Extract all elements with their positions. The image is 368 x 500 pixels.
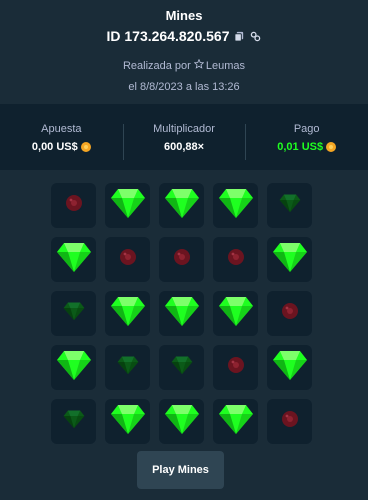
link-icon[interactable]: [250, 30, 262, 42]
tile-mine[interactable]: [267, 399, 312, 444]
bet-id: ID 173.264.820.567: [106, 28, 230, 44]
gem-icon: [279, 193, 301, 218]
bet-value-row: 0,00 US$: [0, 141, 123, 153]
mine-icon: [64, 193, 84, 218]
gem-icon: [63, 301, 85, 326]
bet-value: 0,00 US$: [31, 140, 78, 153]
gem-icon: [56, 349, 92, 386]
gem-icon: [218, 187, 254, 224]
tile-gem[interactable]: [159, 399, 204, 444]
stats-bar: Apuesta 0,00 US$ Multiplicador 600,88× P…: [0, 104, 368, 170]
tile-gem[interactable]: [159, 183, 204, 228]
gem-icon: [164, 187, 200, 224]
tile-gem-unrevealed[interactable]: [51, 291, 96, 336]
mines-grid: [51, 183, 321, 444]
tile-mine[interactable]: [213, 345, 258, 390]
mine-icon: [118, 247, 138, 272]
gem-icon: [272, 349, 308, 386]
tile-gem[interactable]: [105, 291, 150, 336]
gem-icon: [218, 403, 254, 440]
gem-icon: [110, 187, 146, 224]
tile-gem[interactable]: [213, 291, 258, 336]
stat-bet: Apuesta 0,00 US$: [0, 122, 123, 153]
tile-gem[interactable]: [267, 237, 312, 282]
stat-multiplier: Multiplicador 600,88×: [122, 122, 246, 160]
gem-icon: [164, 295, 200, 332]
tile-mine[interactable]: [105, 237, 150, 282]
payout-value-row: 0,01 US$: [245, 141, 368, 153]
coin-icon: [80, 141, 91, 152]
gem-icon: [218, 295, 254, 332]
mine-icon: [280, 301, 300, 326]
tile-mine[interactable]: [51, 183, 96, 228]
payout-value: 0,01 US$: [277, 140, 324, 153]
header: Mines ID 173.264.820.567 Realizada por L…: [0, 0, 368, 93]
tile-gem[interactable]: [51, 237, 96, 282]
star-icon: [193, 58, 205, 74]
tile-gem[interactable]: [213, 399, 258, 444]
tile-gem[interactable]: [159, 291, 204, 336]
gem-icon: [117, 355, 139, 380]
bet-label: Apuesta: [41, 122, 82, 135]
tile-gem[interactable]: [213, 183, 258, 228]
stat-payout: Pago 0,01 US$: [245, 122, 368, 160]
placed-by-prefix: Realizada por: [122, 60, 191, 72]
multiplier-value-row: 600,88×: [123, 141, 246, 153]
gem-icon: [272, 241, 308, 278]
user-link[interactable]: Leumas: [193, 58, 245, 74]
gem-icon: [110, 403, 146, 440]
gem-icon: [63, 409, 85, 434]
tile-gem-unrevealed[interactable]: [159, 345, 204, 390]
gem-icon: [56, 241, 92, 278]
tile-gem-unrevealed[interactable]: [267, 183, 312, 228]
gem-icon: [171, 355, 193, 380]
multiplier-value: 600,88×: [163, 140, 205, 153]
mine-icon: [280, 409, 300, 434]
tile-gem[interactable]: [51, 345, 96, 390]
username[interactable]: Leumas: [206, 58, 245, 74]
placed-by: Realizada por Leumas: [0, 58, 368, 74]
coin-icon: [326, 141, 337, 152]
payout-label: Pago: [293, 122, 320, 135]
play-mines-button[interactable]: Play Mines: [137, 451, 224, 489]
bet-date: el 8/8/2023 a las 13:26: [128, 81, 240, 93]
tile-gem-unrevealed[interactable]: [105, 345, 150, 390]
tile-mine[interactable]: [213, 237, 258, 282]
mine-icon: [226, 355, 246, 380]
tile-gem[interactable]: [267, 345, 312, 390]
mine-icon: [226, 247, 246, 272]
tile-gem-unrevealed[interactable]: [51, 399, 96, 444]
tile-gem[interactable]: [105, 183, 150, 228]
game-title: Mines: [165, 8, 203, 23]
tile-gem[interactable]: [105, 399, 150, 444]
gem-icon: [164, 403, 200, 440]
mine-icon: [172, 247, 192, 272]
copy-icon[interactable]: [234, 30, 246, 42]
multiplier-label: Multiplicador: [153, 122, 215, 135]
gem-icon: [110, 295, 146, 332]
tile-mine[interactable]: [159, 237, 204, 282]
tile-mine[interactable]: [267, 291, 312, 336]
bet-id-row: ID 173.264.820.567: [0, 26, 368, 46]
